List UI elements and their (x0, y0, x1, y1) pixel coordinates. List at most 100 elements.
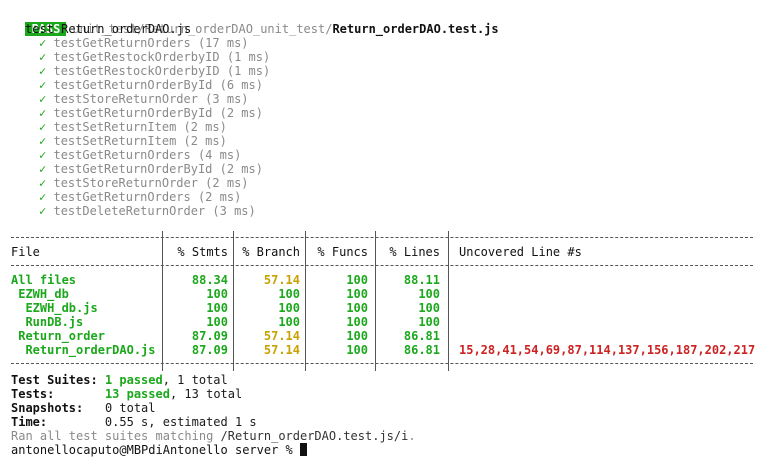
test-name: testGetReturnOrderById (6 ms) (53, 78, 263, 92)
column-divider (305, 287, 306, 301)
table-row-cell: 88.11 (403, 273, 440, 287)
table-row-cell: 100 (418, 315, 440, 329)
column-divider (305, 231, 306, 245)
check-icon: ✓ (39, 92, 47, 106)
check-icon: ✓ (39, 204, 47, 218)
column-divider (233, 231, 234, 245)
ran-suites-line: Ran all test suites matching /Return_ord… (11, 429, 416, 443)
column-divider (305, 329, 306, 343)
column-divider (375, 259, 376, 273)
tests-passed: 13 passed (104, 387, 170, 401)
column-divider (233, 329, 234, 343)
terminal-cursor (299, 443, 307, 456)
column-divider (305, 315, 306, 329)
column-divider (162, 245, 163, 259)
check-icon: ✓ (39, 176, 47, 190)
column-divider (448, 301, 449, 315)
test-result-item: ✓ testStoreReturnOrder (2 ms) (39, 176, 249, 190)
snapshots-label: Snapshots: (11, 401, 84, 415)
column-divider (448, 273, 449, 287)
column-divider (448, 259, 449, 273)
table-header-cell: % Funcs (317, 245, 368, 259)
test-name: testGetRestockOrderbyID (1 ms) (53, 64, 271, 78)
check-icon: ✓ (39, 64, 47, 78)
column-divider (305, 259, 306, 273)
test-result-item: ✓ testStoreReturnOrder (3 ms) (39, 92, 249, 106)
column-divider (162, 273, 163, 287)
table-row-cell (459, 315, 759, 329)
table-row-cell: 100 (346, 315, 368, 329)
test-name: testGetReturnOrders (4 ms) (53, 148, 242, 162)
test-name: testSetReturnItem (2 ms) (53, 134, 227, 148)
time-value: 0.55 s, estimated 1 s (104, 415, 257, 429)
table-header-cell: % Stmts (177, 245, 228, 259)
table-row-cell: 100 (278, 315, 300, 329)
column-divider (162, 357, 163, 371)
column-divider (233, 315, 234, 329)
column-divider (375, 315, 376, 329)
table-row-cell: 57.14 (263, 273, 300, 287)
column-divider (448, 287, 449, 301)
table-header-cell: Uncovered Line #s (459, 245, 582, 259)
result-header: PASS unit_test/Return_orderDAO_unit_test/… (11, 8, 499, 36)
test-name: testDeleteReturnOrder (3 ms) (53, 204, 256, 218)
ran-prefix: Ran all test suites matching (11, 429, 221, 443)
table-row-cell: 87.09 (191, 329, 228, 343)
summary-suites: Test Suites: 1 passed, 1 total (11, 373, 228, 387)
table-row-cell: 100 (206, 315, 228, 329)
column-divider (162, 343, 163, 357)
table-header-cell: File (11, 245, 40, 259)
table-row-cell: EZWH_db.js (11, 301, 98, 315)
column-divider (305, 245, 306, 259)
table-row-cell (459, 273, 759, 287)
summary-time: Time: 0.55 s, estimated 1 s (11, 415, 257, 429)
column-divider (448, 231, 449, 245)
suites-total: , 1 total (162, 373, 228, 387)
column-divider (375, 273, 376, 287)
check-icon: ✓ (39, 36, 47, 50)
check-icon: ✓ (39, 190, 47, 204)
summary-tests: Tests: 13 passed, 13 total (11, 387, 242, 401)
test-name: testStoreReturnOrder (2 ms) (53, 176, 249, 190)
table-header-rule (11, 265, 753, 266)
table-row-cell: All files (11, 273, 77, 287)
test-result-item: ✓ testGetRestockOrderbyID (1 ms) (39, 64, 270, 78)
column-divider (233, 245, 234, 259)
suite-title: test Return_orderDAO.js (25, 22, 192, 36)
check-icon: ✓ (39, 106, 47, 120)
test-result-item: ✓ testGetReturnOrderById (6 ms) (39, 78, 263, 92)
column-divider (448, 315, 449, 329)
column-divider (305, 273, 306, 287)
table-row-cell: 100 (346, 329, 368, 343)
column-divider (375, 329, 376, 343)
column-divider (233, 287, 234, 301)
column-divider (305, 301, 306, 315)
shell-prompt-line[interactable]: antonellocaputo@MBPdiAntonello server % (11, 443, 307, 457)
test-result-item: ✓ testSetReturnItem (2 ms) (39, 120, 227, 134)
column-divider (375, 301, 376, 315)
ran-pattern: /Return_orderDAO.test.js/i (220, 429, 409, 443)
column-divider (375, 357, 376, 371)
check-icon: ✓ (39, 120, 47, 134)
column-divider (305, 343, 306, 357)
column-divider (162, 301, 163, 315)
test-result-item: ✓ testGetReturnOrders (2 ms) (39, 190, 241, 204)
test-name: testGetReturnOrders (2 ms) (53, 190, 242, 204)
column-divider (375, 343, 376, 357)
table-row-cell: 100 (206, 301, 228, 315)
table-row-cell: Return_orderDAO.js (11, 343, 156, 357)
table-row-cell: 57.14 (263, 329, 300, 343)
table-row-cell: 86.81 (403, 343, 440, 357)
table-row-cell (459, 329, 759, 343)
tests-label: Tests: (11, 387, 55, 401)
column-divider (375, 231, 376, 245)
table-row-cell: 100 (418, 287, 440, 301)
tests-total: , 13 total (169, 387, 243, 401)
check-icon: ✓ (39, 148, 47, 162)
test-name: testStoreReturnOrder (3 ms) (53, 92, 249, 106)
column-divider (375, 245, 376, 259)
column-divider (233, 273, 234, 287)
ran-suffix: . (408, 429, 416, 443)
column-divider (233, 259, 234, 273)
column-divider (233, 357, 234, 371)
